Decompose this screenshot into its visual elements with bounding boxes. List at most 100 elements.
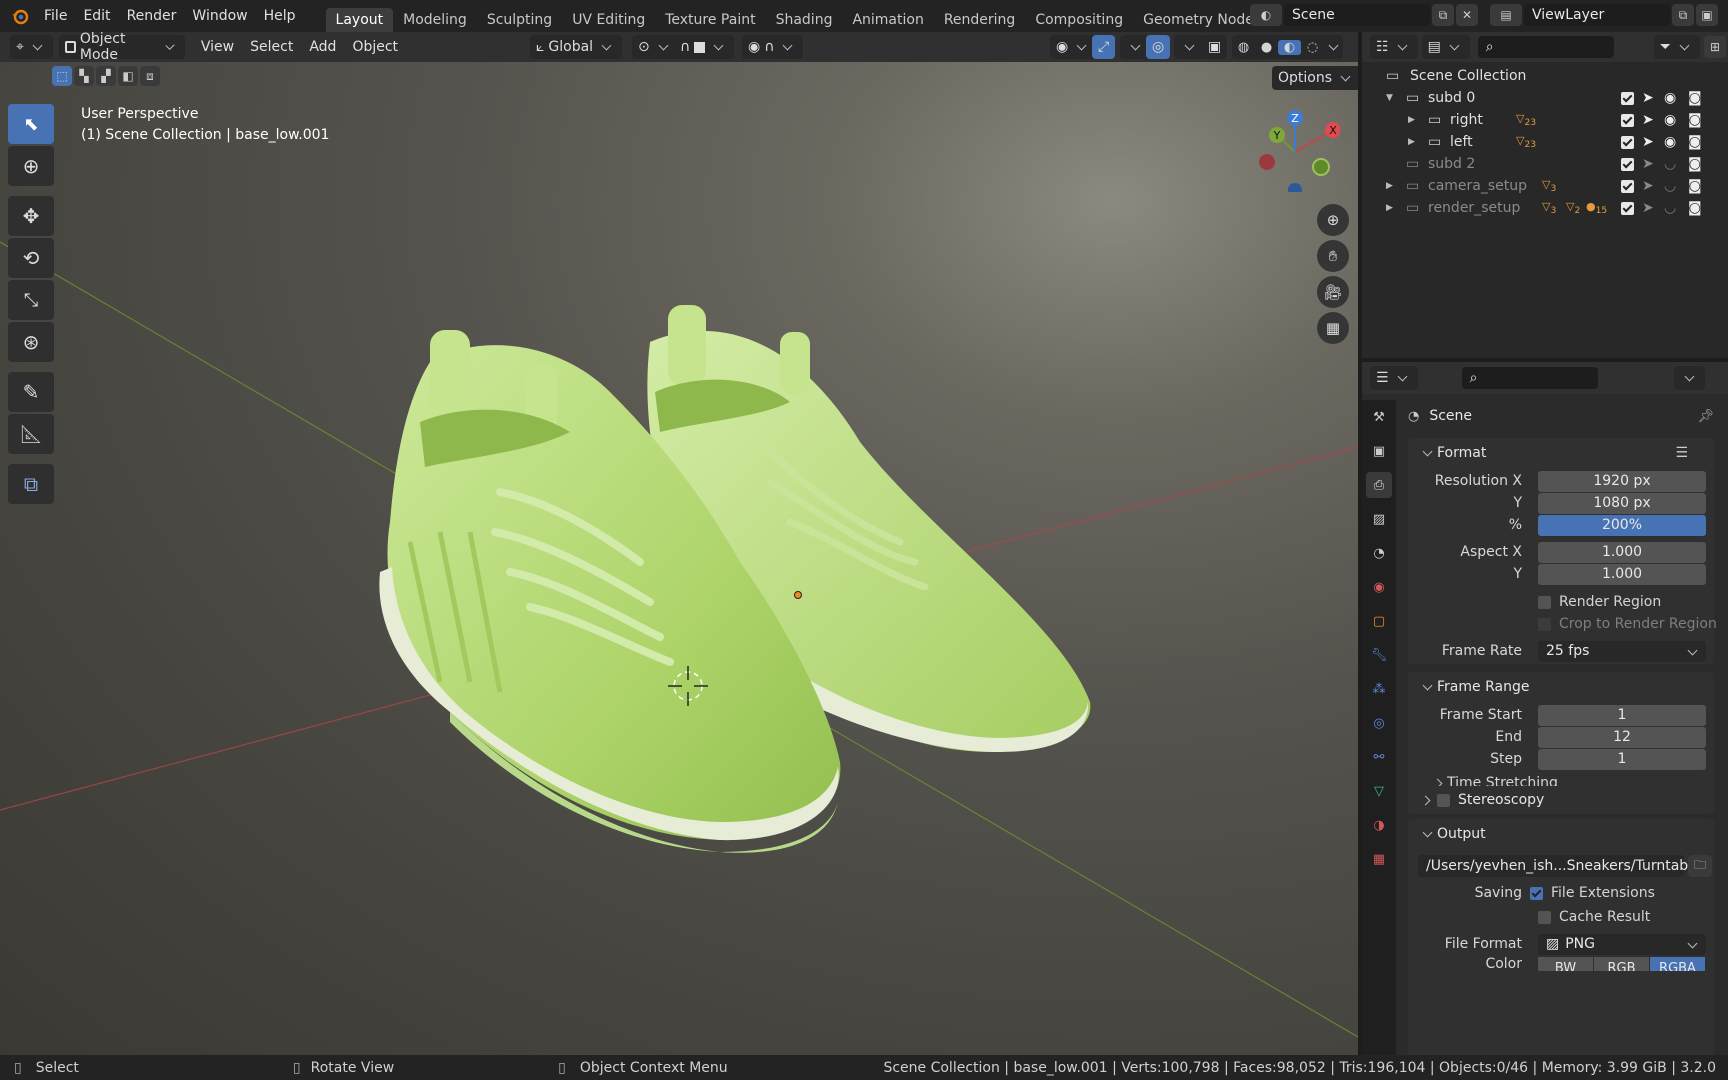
rendered-shading-icon[interactable]: ◌ [1301,40,1324,55]
delete-view-layer-icon[interactable]: ▣ [1696,4,1718,26]
workspace-tab-rendering[interactable]: Rendering [934,8,1026,32]
transform-tool[interactable]: ⊛ [8,322,54,362]
frame-start-field[interactable]: 1 [1538,704,1706,726]
format-panel-header[interactable]: Format ☰ [1408,438,1714,468]
scene-tab-icon[interactable]: ◔ [1366,540,1392,566]
scene-name-field[interactable]: Scene [1284,4,1430,26]
wireframe-shading-icon[interactable]: ◍ [1232,40,1255,55]
select-subtract-icon[interactable]: ▞ [96,66,116,86]
annotate-tool[interactable]: ✎ [8,372,54,412]
new-collection-icon[interactable]: ⊞ [1704,36,1726,58]
camera-render-icon[interactable]: ◙ [1688,112,1702,128]
object-badge-icon[interactable]: ●15 [1586,200,1607,216]
frame-step-field[interactable]: 1 [1538,748,1706,770]
aspect-x-field[interactable]: 1.000 [1538,541,1706,563]
resolution-percent-slider[interactable]: 200% [1538,514,1706,536]
workspace-tab-sculpting[interactable]: Sculpting [477,8,562,32]
3d-viewport[interactable]: User Perspective (1) Scene Collection | … [0,62,1358,1055]
selectable-arrow-icon[interactable]: ➤ [1642,156,1654,172]
camera-render-icon[interactable]: ◙ [1688,178,1702,194]
gizmo-toggle[interactable]: ⤢ [1092,35,1116,59]
crop-region-checkbox[interactable]: Crop to Render Region [1538,613,1728,635]
mesh-badge-icon[interactable]: ▽23 [1516,112,1536,128]
menu-file[interactable]: File [36,4,75,28]
texture-tab-icon[interactable]: ▦ [1366,846,1392,872]
eye-closed-icon[interactable]: ◡ [1664,178,1676,194]
object-tab-icon[interactable]: ▢ [1366,608,1392,634]
eye-icon[interactable]: ◉ [1664,90,1676,106]
camera-render-icon[interactable]: ◙ [1688,134,1702,150]
add-cube-tool[interactable]: ⧉ [8,464,54,504]
blender-logo-icon[interactable] [4,4,36,28]
aspect-y-field[interactable]: 1.000 [1538,563,1706,585]
color-option-rgb[interactable]: RGB [1594,957,1649,971]
selectable-arrow-icon[interactable]: ➤ [1642,178,1654,194]
exclude-checkbox[interactable] [1621,201,1634,215]
particles-tab-icon[interactable]: ⁂ [1366,676,1392,702]
viewport-menu-add[interactable]: Add [301,35,344,59]
selectable-arrow-icon[interactable]: ➤ [1642,134,1654,150]
output-path-field[interactable]: /Users/yevhen_ish...Sneakers/Turntable/ [1418,855,1705,877]
properties-editor-type-dropdown[interactable]: ☰ [1370,366,1418,390]
resolution-y-field[interactable]: 1080 px [1538,492,1706,514]
properties-options-dropdown[interactable] [1673,366,1705,390]
selectable-arrow-icon[interactable]: ➤ [1642,112,1654,128]
proportional-edit-dropdown[interactable]: ◉ ∩ [742,35,804,59]
pivot-point-dropdown[interactable]: ⊙ [632,35,679,59]
workspace-tab-layout[interactable]: Layout [325,8,394,32]
constraints-tab-icon[interactable]: ⚯ [1366,744,1392,770]
frame-end-field[interactable]: 12 [1538,726,1706,748]
navigation-gizmo[interactable]: X Y Z [1250,102,1340,192]
zoom-icon[interactable]: ⊕ [1317,204,1349,236]
mesh-badge-icon[interactable]: ▽3 [1542,200,1556,216]
menu-edit[interactable]: Edit [75,4,118,28]
exclude-checkbox[interactable] [1621,91,1634,105]
filter-dropdown[interactable]: ⏷ [1653,35,1700,59]
outliner-item-left[interactable]: ▶ ▭ left ▽23 ➤ ◉ ◙ [1362,130,1728,154]
outliner-item-right[interactable]: ▶ ▭ right ▽23 ➤ ◉ ◙ [1362,108,1728,132]
file-format-dropdown[interactable]: ▨ PNG [1538,933,1706,955]
sneakers-model[interactable] [0,62,1358,1055]
render-region-checkbox[interactable]: Render Region [1538,591,1728,613]
exclude-checkbox[interactable] [1621,113,1634,127]
view-layer-name-field[interactable]: ViewLayer [1524,4,1670,26]
workspace-tab-texture-paint[interactable]: Texture Paint [655,8,765,32]
exclude-checkbox[interactable] [1621,135,1634,149]
exclude-checkbox[interactable] [1621,179,1634,193]
camera-view-icon[interactable]: 🎥︎ [1317,276,1349,308]
stereoscopy-panel[interactable]: Stereoscopy [1408,786,1714,814]
disclosure-right-icon[interactable]: ▶ [1408,137,1415,147]
eye-icon[interactable]: ◉ [1664,112,1676,128]
camera-render-icon[interactable]: ◙ [1688,90,1702,106]
overlays-dropdown[interactable] [1174,35,1205,59]
select-new-icon[interactable]: ⬚ [52,66,72,86]
output-panel-header[interactable]: Output [1408,819,1714,849]
selectable-arrow-icon[interactable]: ➤ [1642,200,1654,216]
visibility-dropdown[interactable]: ◉ [1050,35,1098,59]
color-option-bw[interactable]: BW [1538,957,1593,971]
select-box-tool[interactable]: ⬉ [8,104,54,144]
scene-icon[interactable]: ◐ [1250,4,1282,26]
color-option-rgba[interactable]: RGBA [1650,957,1705,971]
modifiers-tab-icon[interactable]: 🔧︎ [1366,642,1392,668]
light-badge-icon[interactable]: ▽2 [1566,200,1580,216]
workspace-tab-modeling[interactable]: Modeling [393,8,477,32]
resolution-x-field[interactable]: 1920 px [1538,470,1706,492]
move-tool[interactable]: ✥ [8,196,54,236]
outliner-search-input[interactable]: ⌕ [1477,36,1614,58]
pin-icon[interactable]: 📌︎ [1697,409,1714,424]
eye-closed-icon[interactable]: ◡ [1664,156,1676,172]
outliner-item-subd-2[interactable]: ▭ subd 2 ➤ ◡ ◙ [1362,152,1728,176]
eye-icon[interactable]: ◉ [1664,134,1676,150]
workspace-tab-animation[interactable]: Animation [842,8,933,32]
mesh-badge-icon[interactable]: ▽3 [1542,178,1556,194]
menu-render[interactable]: Render [119,4,185,28]
disclosure-right-icon[interactable]: ▶ [1386,181,1393,191]
workspace-tab-uv-editing[interactable]: UV Editing [562,8,655,32]
frame-range-header[interactable]: Frame Range [1408,672,1714,702]
outliner-item-subd-0[interactable]: ▼ ▭ subd 0 ➤ ◉ ◙ [1362,86,1728,110]
camera-render-icon[interactable]: ◙ [1688,200,1702,216]
delete-scene-icon[interactable]: ✕ [1456,4,1478,26]
outliner-scene-collection[interactable]: ▭ Scene Collection [1362,64,1728,88]
material-tab-icon[interactable]: ◑ [1366,812,1392,838]
